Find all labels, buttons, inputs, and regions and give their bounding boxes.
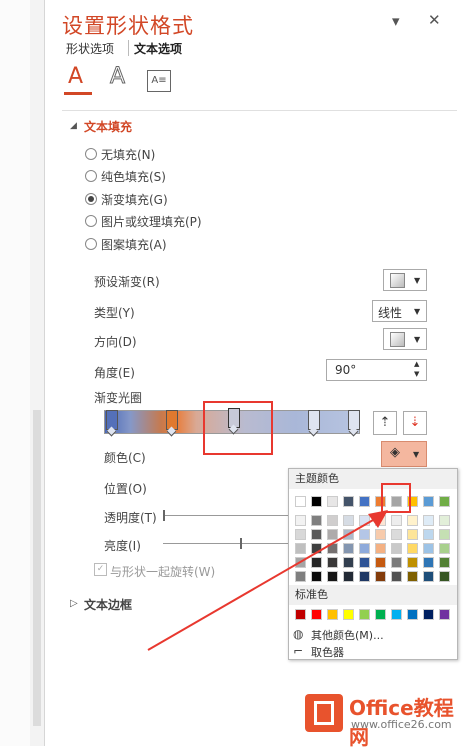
remove-stop-icon[interactable]: ⇣ (403, 411, 427, 435)
window-edge (0, 0, 30, 746)
direction-label: 方向(D) (94, 335, 137, 349)
radio-no-fill-label[interactable]: 无填充(N) (101, 146, 155, 163)
radio-gradient-fill-label[interactable]: 渐变填充(G) (101, 191, 168, 208)
angle-label: 角度(E) (94, 366, 135, 380)
direction-dropdown[interactable]: ▼ (383, 328, 427, 350)
color-swatch[interactable] (423, 543, 434, 554)
text-fill-heading[interactable]: 文本填充 (84, 118, 132, 135)
type-dropdown[interactable]: 线性 ▼ (372, 300, 427, 322)
brightness-label: 亮度(I) (104, 539, 141, 553)
tab-separator (128, 40, 129, 56)
pane-title: 设置形状格式 (62, 14, 194, 38)
color-swatch[interactable] (439, 571, 450, 582)
text-effects-icon[interactable]: A (109, 64, 125, 90)
color-swatch[interactable] (439, 543, 450, 554)
chevron-down-icon: ▼ (414, 335, 421, 344)
chevron-down-icon: ▼ (414, 276, 421, 285)
color-swatch[interactable] (423, 557, 434, 568)
radio-pattern-fill[interactable] (85, 238, 97, 250)
preset-gradient-label: 预设渐变(R) (94, 275, 160, 289)
chevron-down-icon: ▼ (413, 450, 420, 459)
color-swatch[interactable] (407, 609, 418, 620)
paint-bucket-icon: ◈ (390, 445, 400, 460)
type-label: 类型(Y) (94, 306, 135, 320)
radio-solid-fill-label[interactable]: 纯色填充(S) (101, 168, 166, 185)
angle-spinner[interactable]: 90° ▲ ▼ (326, 359, 427, 381)
radio-pattern-fill-label[interactable]: 图案填充(A) (101, 236, 167, 253)
office-logo-icon (305, 694, 343, 732)
radio-solid-fill[interactable] (85, 170, 97, 182)
textbox-icon[interactable]: A≡ (147, 70, 171, 92)
color-swatch[interactable] (423, 529, 434, 540)
spin-up-icon[interactable]: ▲ (414, 360, 419, 368)
watermark-logo: Office教程网 www.office26.com (305, 690, 467, 749)
scrollbar-thumb[interactable] (33, 410, 41, 726)
active-icon-underline (64, 92, 92, 95)
preset-gradient-dropdown[interactable]: ▼ (383, 269, 427, 291)
header-divider (62, 110, 457, 111)
highlight-box (203, 401, 273, 455)
color-picker-button[interactable]: ◈ ▼ (381, 441, 427, 467)
color-swatch[interactable] (407, 543, 418, 554)
color-swatch[interactable] (439, 557, 450, 568)
tab-shape-options[interactable]: 形状选项 (66, 40, 114, 57)
color-swatch[interactable] (423, 571, 434, 582)
gradient-stop[interactable] (308, 410, 320, 430)
color-swatch[interactable] (423, 609, 434, 620)
preset-swatch (390, 273, 405, 288)
text-border-heading[interactable]: 文本边框 (84, 596, 132, 613)
color-swatch[interactable] (423, 515, 434, 526)
radio-picture-fill-label[interactable]: 图片或纹理填充(P) (101, 213, 202, 230)
tab-text-options[interactable]: 文本选项 (134, 40, 182, 57)
text-fill-outline-icon[interactable]: A (68, 64, 83, 89)
color-swatch[interactable] (439, 496, 450, 507)
color-swatch[interactable] (423, 496, 434, 507)
color-swatch[interactable] (407, 529, 418, 540)
color-swatch[interactable] (439, 529, 450, 540)
gradient-stops-label: 渐变光圈 (94, 391, 143, 405)
color-swatch[interactable] (439, 515, 450, 526)
theme-colors-heading: 主题颜色 (289, 469, 457, 489)
chevron-down-icon: ▼ (414, 307, 421, 316)
pane-options-icon[interactable]: ▾ (392, 12, 400, 30)
color-swatch[interactable] (407, 515, 418, 526)
gradient-stop[interactable] (348, 410, 360, 430)
color-swatch[interactable] (439, 609, 450, 620)
add-stop-icon[interactable]: ⇡ (373, 411, 397, 435)
radio-picture-fill[interactable] (85, 215, 97, 227)
type-value: 线性 (378, 306, 403, 320)
gradient-stop[interactable] (106, 410, 118, 430)
gradient-stop[interactable] (166, 410, 178, 430)
color-swatch[interactable] (407, 557, 418, 568)
close-icon[interactable]: ✕ (428, 11, 441, 29)
radio-gradient-fill[interactable] (85, 193, 97, 205)
expand-triangle-icon[interactable]: ▷ (70, 598, 78, 609)
color-label: 颜色(C) (104, 451, 146, 465)
color-swatch[interactable] (407, 571, 418, 582)
annotation-arrow (147, 510, 388, 651)
angle-value: 90° (335, 363, 357, 377)
collapse-triangle-icon[interactable]: ◢ (70, 121, 77, 131)
radio-no-fill[interactable] (85, 148, 97, 160)
watermark-url: www.office26.com (351, 718, 452, 731)
rotate-with-shape-checkbox[interactable]: ✓ (94, 563, 107, 576)
spin-down-icon[interactable]: ▼ (414, 370, 419, 378)
direction-swatch (390, 332, 405, 347)
